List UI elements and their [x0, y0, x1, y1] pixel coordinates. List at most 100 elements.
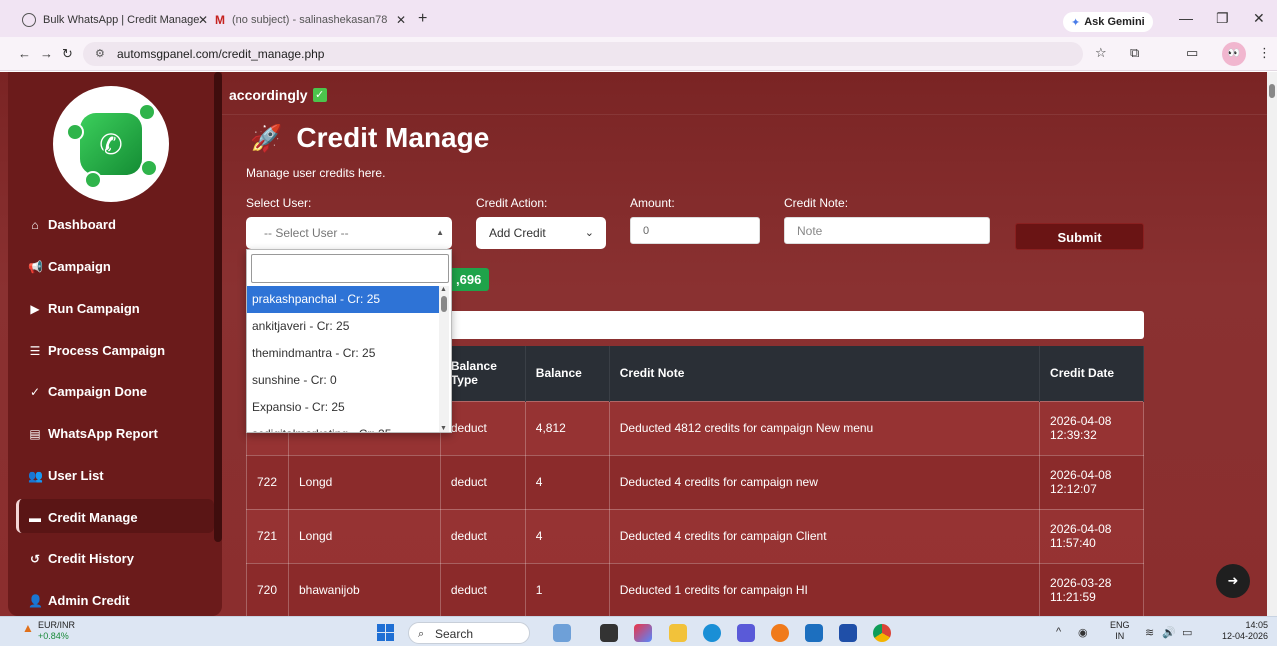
dropdown-list: prakashpanchal - Cr: 25 ankitjaveri - Cr… — [247, 286, 439, 432]
sidebar-item-credit-history[interactable]: ↺ Credit History — [28, 551, 134, 566]
close-tab-icon[interactable]: ✕ — [198, 13, 208, 27]
sidebar-item-user-list[interactable]: 👥 User List — [28, 468, 104, 483]
task-view-icon[interactable] — [600, 624, 618, 642]
battery-icon[interactable]: ▭ — [1182, 626, 1192, 639]
sidebar-item-process-campaign[interactable]: ☰ Process Campaign — [28, 343, 165, 358]
sidebar-item-admin-credit[interactable]: 👤 Admin Credit — [28, 593, 130, 608]
menu-icon[interactable]: ⋮ — [1258, 45, 1271, 61]
select-user-label: Select User: — [246, 196, 312, 210]
wifi-icon[interactable]: ≋ — [1145, 626, 1154, 639]
volume-icon[interactable]: 🔊 — [1162, 626, 1176, 639]
teams-icon[interactable] — [737, 624, 755, 642]
extensions-icon[interactable]: ⧉ — [1130, 45, 1139, 61]
select-user-dropdown[interactable]: -- Select User -- ▲ — [246, 217, 452, 249]
tab-gmail[interactable]: M (no subject) - salinashekasan78 ✕ — [215, 10, 410, 30]
logout-button[interactable]: ➜ — [1216, 564, 1250, 598]
tab-bulk-whatsapp[interactable]: Bulk WhatsApp | Credit Manage ✕ — [22, 10, 212, 30]
sidebar-item-label: User List — [48, 468, 104, 483]
table-row: 722 Longd deduct 4 Deducted 4 credits fo… — [246, 454, 1144, 510]
dropdown-option[interactable]: scdigitalmarketing - Cr: 25 — [247, 421, 439, 432]
edge-icon[interactable] — [703, 624, 721, 642]
lang-top: ENG — [1110, 620, 1130, 630]
header-balance[interactable]: Balance — [525, 346, 610, 401]
profile-avatar[interactable]: 👀 — [1222, 42, 1246, 66]
dropdown-search-input[interactable] — [251, 254, 449, 283]
tab-title: (no subject) - salinashekasan78 — [232, 14, 388, 26]
clock[interactable]: 14:05 12-04-2026 — [1212, 620, 1268, 642]
cell-balance: 1 — [524, 562, 610, 616]
minimize-icon[interactable]: — — [1179, 10, 1193, 26]
home-icon: ⌂ — [31, 217, 39, 232]
dropdown-option[interactable]: sunshine - Cr: 0 — [247, 367, 439, 394]
url-field[interactable]: ⚙ automsgpanel.com/credit_manage.php — [83, 42, 1083, 66]
cell-note: Deducted 4 credits for campaign Client — [608, 508, 1041, 564]
header-balance-type[interactable]: Balance Type — [440, 346, 526, 401]
ask-gemini-button[interactable]: ✦ Ask Gemini — [1063, 12, 1153, 32]
file-explorer-icon[interactable] — [669, 624, 687, 642]
cell-note: Deducted 4 credits for campaign new — [608, 454, 1041, 510]
amount-input[interactable]: 0 — [630, 217, 760, 244]
scroll-up-icon[interactable]: ▲ — [440, 286, 447, 293]
reload-icon[interactable]: ↻ — [62, 46, 73, 62]
widget-icon[interactable] — [553, 624, 571, 642]
scrollbar-thumb[interactable] — [441, 296, 447, 312]
caret-up-icon: ▲ — [436, 228, 444, 237]
store-icon[interactable] — [839, 624, 857, 642]
dropdown-option[interactable]: prakashpanchal - Cr: 25 — [247, 286, 439, 313]
scrollbar-thumb[interactable] — [1269, 84, 1275, 98]
back-icon[interactable]: ← — [18, 46, 31, 61]
windows-start-icon[interactable] — [377, 624, 394, 641]
header-credit-note[interactable]: Credit Note — [609, 346, 1041, 401]
sidebar-item-campaign-done[interactable]: ✓ Campaign Done — [28, 384, 147, 399]
reading-mode-icon[interactable]: ▭ — [1186, 45, 1198, 61]
restore-icon[interactable]: ❐ — [1216, 10, 1229, 27]
site-settings-icon[interactable]: ⚙ — [95, 42, 105, 66]
history-icon: ↺ — [29, 551, 41, 566]
cell-date: 2026-04-08 12:12:07 — [1039, 454, 1144, 510]
header-credit-date[interactable]: Credit Date — [1039, 346, 1144, 401]
table-search-input[interactable] — [446, 311, 1144, 339]
taskbar: ▲ EUR/INR +0.84% ⌕ Search ^ ◉ ENG IN ≋ 🔊… — [0, 616, 1277, 646]
money-icon: ▬ — [29, 510, 41, 525]
page-scrollbar[interactable] — [1267, 72, 1277, 616]
submit-button[interactable]: Submit — [1015, 223, 1144, 250]
copilot-icon[interactable] — [634, 624, 652, 642]
chrome-icon[interactable] — [873, 624, 891, 642]
bookmark-star-icon[interactable]: ☆ — [1095, 45, 1107, 61]
sidebar-item-credit-manage[interactable]: ▬ Credit Manage — [28, 510, 138, 525]
credit-note-input[interactable]: Note — [784, 217, 990, 244]
close-tab-icon[interactable]: ✕ — [396, 13, 406, 27]
scroll-down-icon[interactable]: ▼ — [440, 425, 447, 432]
cell-note: Deducted 1 credits for campaign HI — [608, 562, 1041, 616]
gemini-icon: ✦ — [1071, 16, 1081, 29]
cell-type: deduct — [439, 562, 526, 616]
stock-widget[interactable]: ▲ EUR/INR +0.84% — [22, 620, 75, 642]
dropdown-scrollbar[interactable]: ▲ ▼ — [439, 286, 449, 432]
cell-type: deduct — [439, 508, 526, 564]
new-tab-icon[interactable]: + — [418, 10, 427, 28]
dropdown-option[interactable]: Expansio - Cr: 25 — [247, 394, 439, 421]
address-bar-row: ← → ↻ ⚙ automsgpanel.com/credit_manage.p… — [0, 37, 1277, 71]
firefox-icon[interactable] — [771, 624, 789, 642]
tray-chevron-up-icon[interactable]: ^ — [1056, 626, 1061, 638]
sidebar-item-dashboard[interactable]: ⌂ Dashboard — [28, 217, 116, 232]
credit-action-select[interactable]: Add Credit ⌄ — [476, 217, 606, 249]
forward-icon[interactable]: → — [40, 46, 53, 61]
dell-icon[interactable] — [805, 624, 823, 642]
dropdown-option[interactable]: themindmantra - Cr: 25 — [247, 340, 439, 367]
language-indicator[interactable]: ENG IN — [1110, 620, 1130, 642]
sidebar-item-whatsapp-report[interactable]: ▤ WhatsApp Report — [28, 426, 157, 441]
whatsapp-logo-icon: ✆ — [66, 103, 158, 189]
taskbar-search[interactable]: ⌕ Search — [408, 622, 530, 644]
close-window-icon[interactable]: ✕ — [1253, 10, 1265, 27]
tray-app-icon[interactable]: ◉ — [1078, 626, 1088, 639]
list-icon: ☰ — [29, 343, 41, 358]
sidebar-scrollbar[interactable] — [214, 72, 222, 542]
sidebar-item-campaign[interactable]: 📢 Campaign — [28, 259, 111, 274]
ticker-change: +0.84% — [38, 631, 69, 641]
sidebar-item-run-campaign[interactable]: ▶ Run Campaign — [28, 301, 139, 316]
divider — [222, 114, 1277, 115]
page-title-text: Credit Manage — [296, 122, 490, 153]
dropdown-option[interactable]: ankitjaveri - Cr: 25 — [247, 313, 439, 340]
cell-balance: 4,812 — [524, 400, 610, 456]
